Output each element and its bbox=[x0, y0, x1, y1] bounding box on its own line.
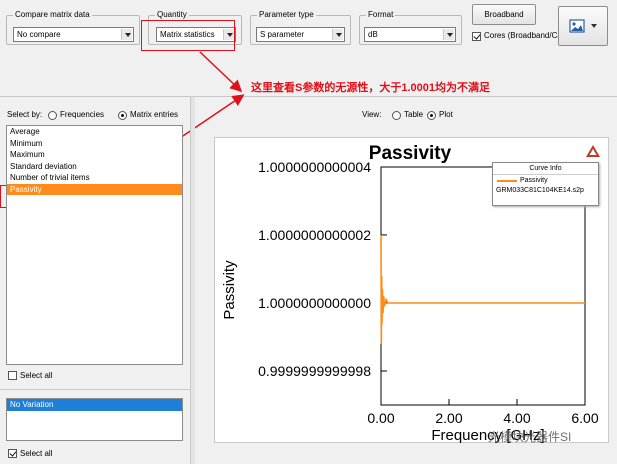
y-tick-label: 0.9999999999998 bbox=[258, 363, 371, 379]
curve-info-legend[interactable]: Curve Info Passivity GRM033C81C104KE14.s… bbox=[492, 162, 599, 206]
y-tick-label: 1.0000000000002 bbox=[258, 227, 371, 243]
x-tick-label: 6.00 bbox=[571, 410, 598, 426]
curve-info-title: Curve Info bbox=[493, 163, 598, 175]
y-tick-label: 1.0000000000000 bbox=[258, 295, 371, 311]
passivity-chart[interactable]: Passivity Passivity Frequency [GHz] 1.00… bbox=[0, 0, 617, 464]
x-tick-label: 4.00 bbox=[503, 410, 530, 426]
watermark: 光模块光器件SI bbox=[488, 430, 572, 444]
legend-line-swatch bbox=[497, 180, 517, 182]
y-axis-label: Passivity bbox=[221, 260, 238, 320]
x-tick-label: 2.00 bbox=[435, 410, 462, 426]
legend-series-name: Passivity bbox=[520, 177, 548, 184]
logo-icon bbox=[586, 145, 600, 157]
series-line-passivity bbox=[380, 234, 585, 344]
legend-file-name: GRM033C81C104KE14.s2p bbox=[496, 187, 584, 194]
x-tick-label: 0.00 bbox=[367, 410, 394, 426]
y-tick-label: 1.0000000000004 bbox=[258, 159, 371, 175]
chart-title: Passivity bbox=[369, 143, 452, 164]
